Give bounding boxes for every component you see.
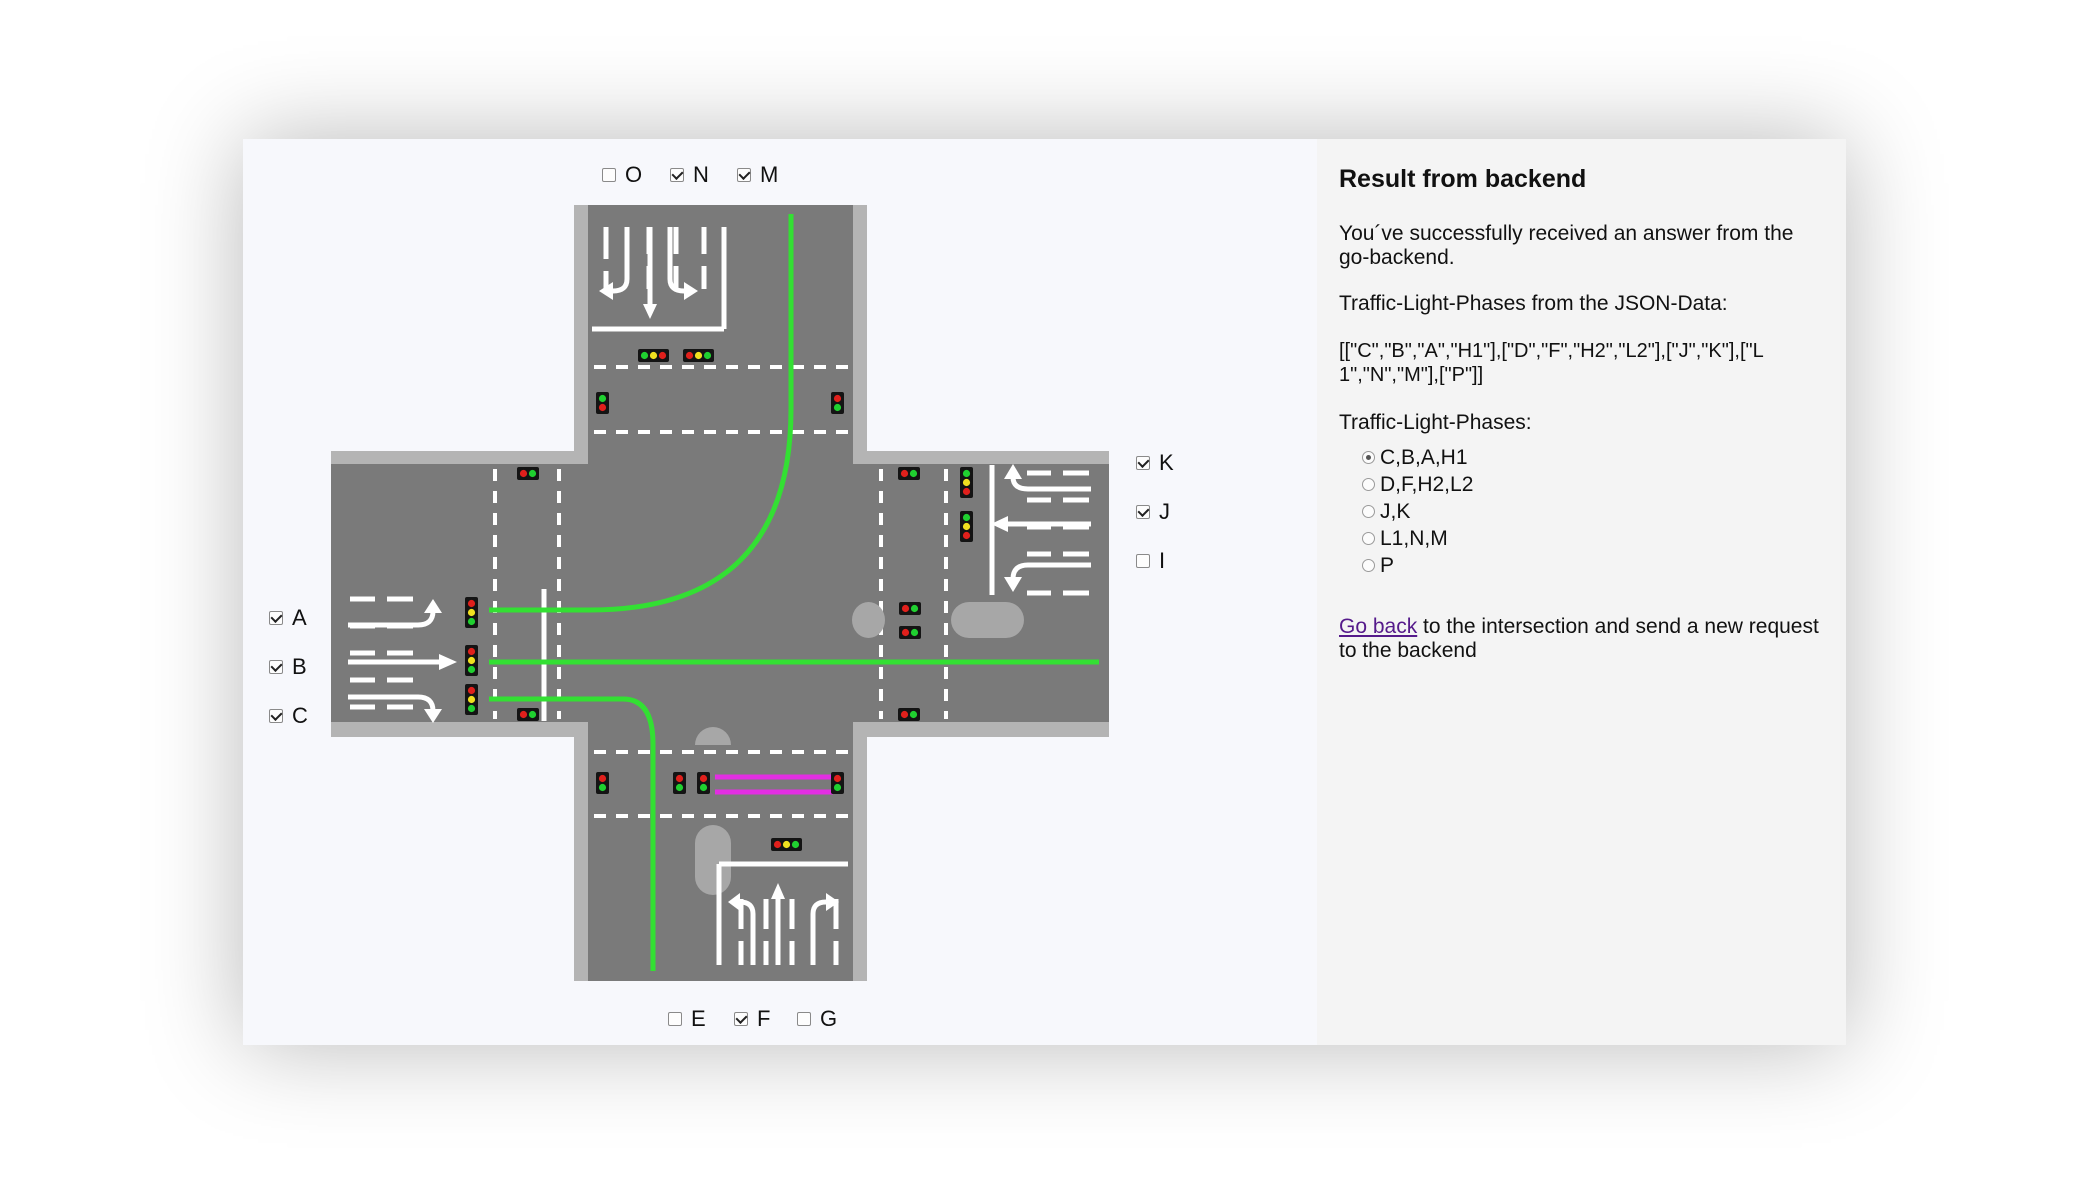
phase-radio[interactable] [1362, 451, 1375, 464]
json-label: Traffic-Light-Phases from the JSON-Data: [1339, 292, 1728, 315]
go-back-text: Go back to the intersection and send a n… [1339, 615, 1829, 663]
result-title: Result from backend [1339, 165, 1587, 193]
traffic-light [899, 602, 921, 615]
phase-radio[interactable] [1362, 478, 1375, 491]
traffic-light [899, 626, 921, 639]
traffic-light [898, 708, 920, 721]
phase-label: L1,N,M [1380, 526, 1448, 550]
phase-option[interactable]: L1,N,M [1362, 525, 1473, 552]
phase-radio[interactable] [1362, 505, 1375, 518]
phase-option[interactable]: D,F,H2,L2 [1362, 471, 1473, 498]
intersection-pane: O N M K J I A B C E F G [243, 139, 1317, 1045]
result-message: You´ve successfully received an answer f… [1339, 222, 1794, 269]
traffic-light [771, 838, 802, 851]
go-back-link[interactable]: Go back [1339, 615, 1417, 638]
traffic-light [517, 708, 539, 721]
intersection-map [331, 205, 1109, 981]
phase-label: J,K [1380, 499, 1411, 523]
traffic-light [465, 597, 478, 628]
traffic-light [638, 349, 669, 362]
phase-option[interactable]: J,K [1362, 498, 1473, 525]
traffic-light [960, 511, 973, 542]
traffic-light [596, 392, 609, 414]
phase-radio-group: C,B,A,H1 D,F,H2,L2 J,K L1,N,M P [1362, 444, 1473, 579]
phase-option[interactable]: P [1362, 552, 1473, 579]
phase-option[interactable]: C,B,A,H1 [1362, 444, 1473, 471]
phase-label: P [1380, 553, 1395, 577]
traffic-light [596, 772, 609, 794]
phase-label: D,F,H2,L2 [1380, 472, 1474, 496]
traffic-light [517, 467, 539, 480]
traffic-light [831, 392, 844, 414]
json-value: [["C","B","A","H1"],["D","F","H2","L2"],… [1339, 340, 1764, 386]
traffic-light [465, 645, 478, 676]
traffic-light [697, 772, 710, 794]
phases-label: Traffic-Light-Phases: [1339, 411, 1532, 434]
result-panel: Result from backend You´ve successfully … [1317, 139, 1846, 1045]
phase-radio[interactable] [1362, 559, 1375, 572]
traffic-light [465, 684, 478, 715]
phase-label: C,B,A,H1 [1380, 445, 1468, 469]
traffic-light [960, 467, 973, 498]
browser-window: O N M K J I A B C E F G Result from back… [243, 139, 1846, 1045]
traffic-light [673, 772, 686, 794]
traffic-light [683, 349, 714, 362]
traffic-light [831, 772, 844, 794]
phase-radio[interactable] [1362, 532, 1375, 545]
traffic-light [898, 467, 920, 480]
